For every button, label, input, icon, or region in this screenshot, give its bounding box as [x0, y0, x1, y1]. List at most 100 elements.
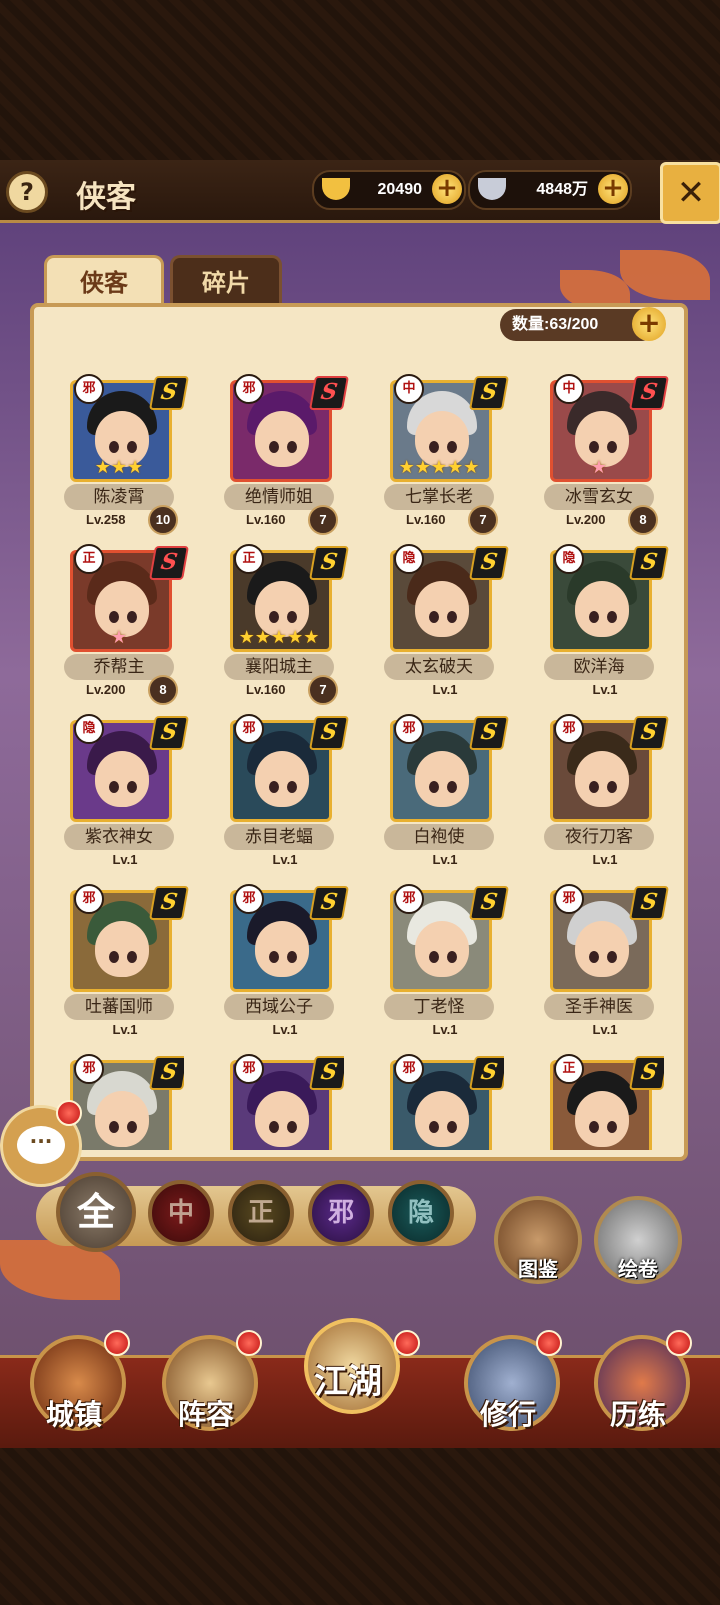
scroll-gallery-label: 绘卷 — [618, 1257, 658, 1281]
hero-level: Lv.1 — [432, 682, 458, 697]
hero-advance-badge: 8 — [148, 675, 178, 705]
hero-face — [255, 1091, 309, 1147]
star-rating: ★ — [590, 457, 608, 478]
faction-badge: 邪 — [394, 714, 424, 744]
hero-eye — [287, 1121, 297, 1133]
hero-name: 太玄破天 — [384, 654, 494, 680]
hero-card[interactable]: 隐 S 太玄破天 Lv.1 — [354, 544, 509, 704]
rank-s-icon: S — [309, 886, 349, 920]
hero-face — [255, 921, 309, 977]
hero-level: Lv.1 — [272, 852, 298, 867]
hero-face — [255, 751, 309, 807]
close-button[interactable]: ✕ — [660, 162, 720, 224]
nav-jianghu[interactable]: 江湖 — [296, 1318, 400, 1422]
add-gold-button[interactable]: + — [432, 174, 462, 204]
filter-hidden-button[interactable]: 隐 — [388, 1180, 454, 1246]
hero-eye — [447, 781, 457, 793]
nav-town-label: 城镇 — [45, 1398, 102, 1431]
hero-card[interactable]: 正 S ★★★★★ 襄阳城主 Lv.160 7 — [194, 544, 349, 705]
hero-card[interactable]: 邪 S 西域公子 Lv.1 — [194, 884, 349, 1044]
faction-badge: 正 — [234, 544, 264, 574]
page-title: 侠客 — [76, 180, 136, 215]
hero-eye — [447, 611, 457, 623]
hero-face — [575, 751, 629, 807]
hero-face — [255, 411, 309, 467]
jianghu-notification-dot — [394, 1330, 420, 1356]
faction-badge: 邪 — [554, 714, 584, 744]
hero-name: 西域公子 — [224, 994, 334, 1020]
hero-card[interactable]: 邪S — [354, 1054, 504, 1150]
hero-card[interactable]: 邪 S 丁老怪 Lv.1 — [354, 884, 509, 1044]
hero-eye — [269, 951, 279, 963]
faction-badge: 隐 — [74, 714, 104, 744]
hero-eye — [269, 781, 279, 793]
faction-badge: 邪 — [234, 884, 264, 914]
hero-card[interactable]: 邪 S 圣手神医 Lv.1 — [514, 884, 669, 1044]
hero-card[interactable]: 邪 S 白袍使 Lv.1 — [354, 714, 509, 874]
rank-s-icon: S — [469, 886, 509, 920]
hero-eye — [269, 441, 279, 453]
filter-righteous-button[interactable]: 正 — [228, 1180, 294, 1246]
hero-card[interactable]: 邪S — [194, 1054, 344, 1150]
atlas-button[interactable]: 图鉴 — [494, 1196, 582, 1284]
hero-card[interactable]: 邪 S ★★★ 陈凌霄 Lv.258 10 — [34, 374, 189, 535]
hero-card[interactable]: 邪 S 绝情师姐 Lv.160 7 — [194, 374, 349, 535]
gold-counter: 20490 + — [312, 170, 466, 210]
hero-card[interactable]: 隐 S 紫衣神女 Lv.1 — [34, 714, 189, 874]
faction-badge: 邪 — [554, 884, 584, 914]
hero-eye — [287, 441, 297, 453]
hero-level: Lv.1 — [592, 852, 618, 867]
add-silver-button[interactable]: + — [598, 174, 628, 204]
tab-heroes[interactable]: 侠客 — [44, 255, 164, 308]
hero-eye — [607, 1121, 617, 1133]
silver-ingot-icon — [478, 178, 506, 200]
hero-eye — [127, 951, 137, 963]
hero-card[interactable]: 中 S ★ 冰雪玄女 Lv.200 8 — [514, 374, 669, 535]
hero-eye — [589, 951, 599, 963]
hero-eye — [287, 781, 297, 793]
rank-s-icon: S — [149, 376, 189, 410]
hero-card[interactable]: 正 S ★ 乔帮主 Lv.200 8 — [34, 544, 189, 705]
help-button[interactable]: ? — [6, 171, 48, 213]
hero-face — [575, 921, 629, 977]
hero-eye — [607, 611, 617, 623]
hero-eye — [127, 611, 137, 623]
hero-face — [415, 581, 469, 637]
hero-card[interactable]: 邪 S 吐蕃国师 Lv.1 — [34, 884, 189, 1044]
expand-capacity-button[interactable]: + — [632, 307, 666, 341]
tab-fragments[interactable]: 碎片 — [170, 255, 282, 308]
hero-eye — [127, 1121, 137, 1133]
faction-badge: 邪 — [74, 1054, 104, 1084]
faction-badge: 邪 — [394, 1054, 424, 1084]
scroll-gallery-button[interactable]: 绘卷 — [594, 1196, 682, 1284]
chat-bubble-icon: ··· — [17, 1126, 65, 1164]
maple-leaf-decoration — [620, 250, 710, 300]
rank-s-icon: S — [629, 716, 669, 750]
hero-name: 夜行刀客 — [544, 824, 654, 850]
hero-eye — [269, 1121, 279, 1133]
hero-card[interactable]: 中 S ★★★★★ 七掌长老 Lv.160 7 — [354, 374, 509, 535]
silver-counter: 4848万 + — [468, 170, 632, 210]
faction-badge: 邪 — [74, 884, 104, 914]
adventure-notification-dot — [666, 1330, 692, 1356]
silver-value: 4848万 — [536, 181, 588, 198]
hero-face — [575, 1091, 629, 1147]
rank-s-icon: S — [629, 376, 669, 410]
hero-card[interactable]: 邪 S 夜行刀客 Lv.1 — [514, 714, 669, 874]
faction-badge: 邪 — [234, 714, 264, 744]
filter-all-button[interactable]: 全 — [56, 1172, 136, 1252]
hero-level: Lv.1 — [592, 682, 618, 697]
hero-card[interactable]: 正S — [514, 1054, 664, 1150]
hero-card[interactable]: 邪 S 赤目老蝠 Lv.1 — [194, 714, 349, 874]
rank-s-icon: S — [629, 1056, 664, 1090]
hero-level: Lv.1 — [592, 1022, 618, 1037]
faction-badge: 邪 — [394, 884, 424, 914]
hero-name: 丁老怪 — [384, 994, 494, 1020]
filter-evil-button[interactable]: 邪 — [308, 1180, 374, 1246]
hero-eye — [429, 781, 439, 793]
star-rating: ★★★ — [94, 457, 144, 478]
nav-lineup-label: 阵容 — [177, 1398, 234, 1431]
hero-eye — [607, 951, 617, 963]
filter-neutral-button[interactable]: 中 — [148, 1180, 214, 1246]
hero-card[interactable]: 隐 S 欧洋海 Lv.1 — [514, 544, 669, 704]
